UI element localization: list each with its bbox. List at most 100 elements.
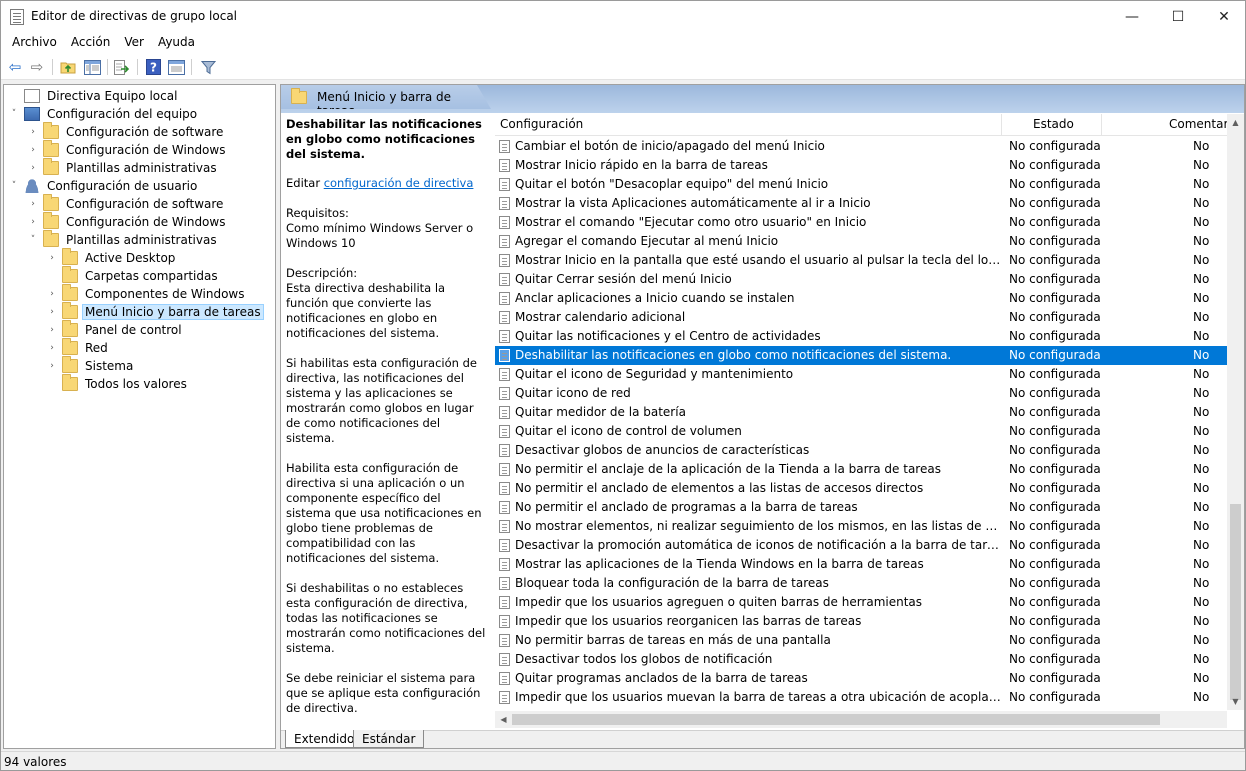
tree-node[interactable]: Todos los valores [46, 374, 190, 393]
menu-ayuda[interactable]: Ayuda [151, 32, 202, 54]
policy-setting-icon [499, 425, 510, 438]
forward-icon[interactable]: ⇨ [28, 58, 46, 76]
scroll-up-arrow[interactable]: ▲ [1227, 114, 1244, 131]
setting-row[interactable]: Mostrar calendario adicional No configura… [495, 308, 1230, 327]
tree-node[interactable]: › Componentes de Windows [46, 284, 248, 303]
setting-row[interactable]: Desactivar globos de anuncios de caracte… [495, 441, 1230, 460]
setting-row[interactable]: Impedir que los usuarios reorganicen las… [495, 612, 1230, 631]
tree-node[interactable]: › Active Desktop [46, 248, 178, 267]
filter-icon[interactable] [199, 58, 217, 76]
expand-arrow-icon[interactable]: › [27, 217, 39, 227]
expand-arrow-icon[interactable]: › [46, 361, 58, 371]
setting-row[interactable]: Impedir que los usuarios agreguen o quit… [495, 593, 1230, 612]
setting-state: No configurada [1009, 234, 1101, 248]
setting-name: Quitar el botón "Desacoplar equipo" del … [515, 177, 829, 191]
setting-comment: No [1193, 253, 1210, 267]
setting-row[interactable]: Mostrar las aplicaciones de la Tienda Wi… [495, 555, 1230, 574]
setting-row[interactable]: No permitir el anclado de programas a la… [495, 498, 1230, 517]
setting-row[interactable]: No permitir barras de tareas en más de u… [495, 631, 1230, 650]
tree-node[interactable]: Carpetas compartidas [46, 266, 221, 285]
setting-name: Mostrar el comando "Ejecutar como otro u… [515, 215, 867, 229]
tree-node[interactable]: ˅ Plantillas administrativas [27, 230, 220, 249]
expand-arrow-icon[interactable]: › [27, 199, 39, 209]
column-divider[interactable] [1001, 114, 1002, 135]
close-button[interactable]: ✕ [1201, 1, 1245, 32]
menu-accion[interactable]: Acción [64, 32, 117, 54]
setting-row[interactable]: Desactivar la promoción automática de ic… [495, 536, 1230, 555]
expand-arrow-icon[interactable]: › [27, 127, 39, 137]
show-hide-tree-icon[interactable] [83, 58, 101, 76]
policy-setting-icon [499, 634, 510, 647]
tree-node[interactable]: Directiva Equipo local [8, 87, 180, 105]
expand-arrow-icon[interactable]: › [27, 163, 39, 173]
properties-icon[interactable] [167, 58, 185, 76]
tree-node[interactable]: › Menú Inicio y barra de tareas [46, 302, 264, 321]
tree-node[interactable]: › Panel de control [46, 320, 185, 339]
setting-row[interactable]: Agregar el comando Ejecutar al menú Inic… [495, 232, 1230, 251]
expand-arrow-icon[interactable]: › [46, 343, 58, 353]
setting-row[interactable]: No permitir el anclaje de la aplicación … [495, 460, 1230, 479]
menu-archivo[interactable]: Archivo [5, 32, 64, 54]
setting-comment: No [1193, 443, 1210, 457]
setting-row[interactable]: Quitar las notificaciones y el Centro de… [495, 327, 1230, 346]
tree-node[interactable]: ˅ Configuración del equipo [8, 105, 200, 123]
setting-row[interactable]: Impedir que los usuarios muevan la barra… [495, 688, 1230, 707]
edit-policy-link[interactable]: configuración de directiva [324, 176, 474, 190]
minimize-button[interactable]: — [1109, 1, 1155, 32]
column-configuracion[interactable]: Configuración [500, 117, 583, 131]
tree-node[interactable]: › Sistema [46, 356, 136, 375]
setting-row[interactable]: Anclar aplicaciones a Inicio cuando se i… [495, 289, 1230, 308]
tab-extendido[interactable]: Extendido [285, 730, 364, 748]
back-icon[interactable]: ⇦ [6, 58, 24, 76]
setting-row[interactable]: Quitar Cerrar sesión del menú Inicio No c… [495, 270, 1230, 289]
tree-node[interactable]: › Plantillas administrativas [27, 158, 220, 177]
setting-row[interactable]: Quitar medidor de la batería No configura… [495, 403, 1230, 422]
column-estado[interactable]: Estado [1033, 117, 1074, 131]
setting-row[interactable]: Desactivar todos los globos de notificac… [495, 650, 1230, 669]
tree-node[interactable]: › Configuración de Windows [27, 140, 228, 159]
expand-arrow-icon[interactable]: ˅ [8, 109, 20, 119]
setting-row[interactable]: Quitar programas anclados de la barra de… [495, 669, 1230, 688]
help-icon[interactable]: ? [144, 58, 162, 76]
setting-row[interactable]: Mostrar el comando "Ejecutar como otro u… [495, 213, 1230, 232]
scroll-thumb[interactable] [1230, 504, 1241, 700]
tab-estandar[interactable]: Estándar [353, 730, 425, 748]
expand-arrow-icon[interactable]: › [27, 145, 39, 155]
horizontal-scrollbar[interactable]: ◀ [495, 711, 1227, 728]
scroll-down-arrow[interactable]: ▼ [1227, 693, 1244, 710]
expand-arrow-icon[interactable]: › [46, 325, 58, 335]
expand-arrow-icon[interactable]: › [46, 253, 58, 263]
expand-arrow-icon[interactable]: › [46, 307, 58, 317]
setting-row[interactable]: Quitar el icono de control de volumen No … [495, 422, 1230, 441]
setting-row[interactable]: Mostrar la vista Aplicaciones automática… [495, 194, 1230, 213]
setting-comment: No [1193, 652, 1210, 666]
menu-ver[interactable]: Ver [117, 32, 151, 54]
expand-arrow-icon[interactable]: › [46, 289, 58, 299]
tree-node[interactable]: › Red [46, 338, 111, 357]
tree-node[interactable]: › Configuración de software [27, 194, 226, 213]
settings-list: Cambiar el botón de inicio/apagado del m… [495, 137, 1230, 707]
export-list-icon[interactable] [113, 58, 131, 76]
tree-node[interactable]: › Configuración de software [27, 122, 226, 141]
setting-row[interactable]: No mostrar elementos, ni realizar seguim… [495, 517, 1230, 536]
scroll-left-arrow[interactable]: ◀ [495, 711, 512, 728]
setting-row[interactable]: Deshabilitar las notificaciones en globo… [495, 346, 1230, 365]
setting-row[interactable]: Quitar el icono de Seguridad y mantenimi… [495, 365, 1230, 384]
tree-node[interactable]: › Configuración de Windows [27, 212, 228, 231]
up-folder-icon[interactable] [59, 58, 77, 76]
setting-row[interactable]: Mostrar Inicio rápido en la barra de tar… [495, 156, 1230, 175]
setting-row[interactable]: Quitar icono de red No configurada No [495, 384, 1230, 403]
column-divider[interactable] [1101, 114, 1102, 135]
tree-node[interactable]: ˅ Configuración de usuario [8, 177, 200, 195]
setting-row[interactable]: No permitir el anclado de elementos a la… [495, 479, 1230, 498]
expand-arrow-icon[interactable]: ˅ [27, 235, 39, 245]
maximize-button[interactable]: ☐ [1155, 1, 1201, 32]
vertical-scrollbar[interactable]: ▲ ▼ [1227, 114, 1244, 710]
setting-row[interactable]: Bloquear toda la configuración de la bar… [495, 574, 1230, 593]
setting-comment: No [1193, 158, 1210, 172]
setting-row[interactable]: Mostrar Inicio en la pantalla que esté u… [495, 251, 1230, 270]
setting-row[interactable]: Quitar el botón "Desacoplar equipo" del … [495, 175, 1230, 194]
expand-arrow-icon[interactable]: ˅ [8, 181, 20, 191]
hscroll-thumb[interactable] [512, 714, 1160, 725]
setting-row[interactable]: Cambiar el botón de inicio/apagado del m… [495, 137, 1230, 156]
